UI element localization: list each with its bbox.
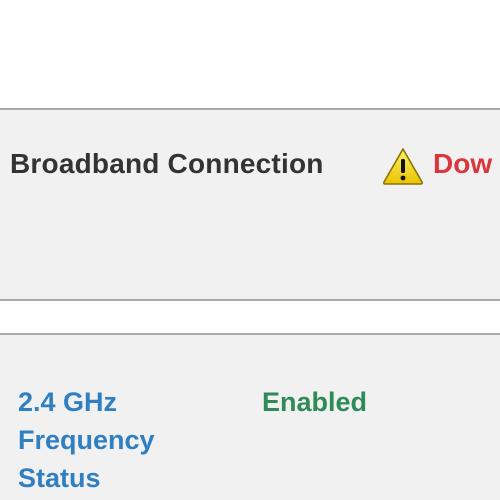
- broadband-connection-panel: Broadband Connection Dow: [0, 108, 500, 301]
- top-whitespace: [0, 0, 500, 108]
- section-gap: [0, 301, 500, 333]
- broadband-connection-title: Broadband Connection: [10, 148, 324, 179]
- wifi-24ghz-status-value: Enabled: [262, 387, 368, 417]
- wifi-24ghz-frequency-status-link[interactable]: 2.4 GHz Frequency Status: [18, 383, 218, 497]
- broadband-status-text: Dow: [433, 148, 493, 179]
- warning-icon: [382, 148, 424, 185]
- page: Broadband Connection Dow 2.4 GHz Frequen…: [0, 0, 500, 500]
- wifi-24ghz-panel: 2.4 GHz Frequency Status Enabled: [0, 333, 500, 500]
